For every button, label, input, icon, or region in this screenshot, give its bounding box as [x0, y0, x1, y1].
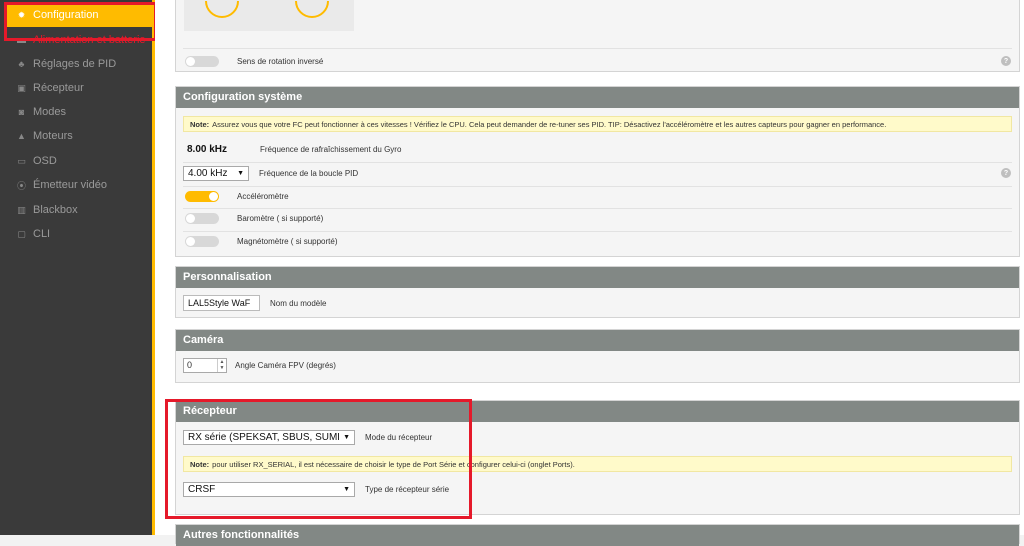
sidebar-item-label: OSD: [33, 155, 57, 167]
sidebar-item-label: Modes: [33, 106, 67, 118]
system-note: Note: Assurez vous que votre FC peut fon…: [183, 116, 1012, 132]
sitemap-icon: ♣: [18, 59, 25, 69]
help-icon[interactable]: ?: [1001, 168, 1011, 178]
panel-title: Configuration système: [176, 87, 1019, 108]
motor-panel: Sens de rotation inversé ?: [175, 0, 1020, 72]
sidebar-item-label: Récepteur: [33, 82, 84, 94]
motor-diagram-svg: [205, 0, 329, 18]
note-label: Note:: [190, 119, 210, 129]
sidebar-item-modes[interactable]: ◙ Modes: [6, 100, 152, 124]
magnetometer-label: Magnétomètre ( si supporté): [237, 236, 338, 246]
sidebar-nav: ✹ Configuration ▬ Alimentation et batter…: [0, 0, 155, 535]
sidebar-item-label: Configuration: [33, 9, 99, 21]
sidebar-item-label: Moteurs: [33, 130, 73, 142]
sidebar-item-label: Alimentation et batterie: [33, 34, 146, 46]
motor-arc-left: [205, 0, 239, 18]
serial-receiver-select[interactable]: CRSF ▼: [183, 481, 355, 497]
sidebar-item-label: Réglages de PID: [33, 58, 117, 70]
sidebar-item-receiver[interactable]: ▣ Récepteur: [6, 76, 152, 100]
divider: [183, 231, 1012, 232]
barometer-label: Baromètre ( si supporté): [237, 213, 324, 223]
pid-label: Fréquence de la boucle PID: [259, 168, 359, 178]
accelerometer-row: Accéléromètre: [176, 189, 1019, 203]
receiver-mode-row: RX série (SPEKSAT, SBUS, SUMD ▼ Mode du …: [176, 429, 1019, 445]
divider: [183, 186, 1012, 187]
sidebar-item-configuration[interactable]: ✹ Configuration: [6, 3, 152, 27]
sidebar-item-label: Émetteur vidéo: [33, 179, 107, 191]
reverse-toggle[interactable]: [185, 55, 219, 67]
camera-panel: Caméra 0 ▲ ▼ Angle Caméra FPV (degrés): [175, 329, 1020, 383]
dropdown-arrow-icon: ▼: [237, 169, 244, 177]
divider: [183, 162, 1012, 163]
camera-angle-stepper[interactable]: 0 ▲ ▼: [183, 357, 227, 373]
receiver-mode-value: RX série (SPEKSAT, SBUS, SUMD: [188, 431, 340, 443]
serial-receiver-value: CRSF: [188, 483, 216, 495]
note-label: Note:: [190, 459, 210, 469]
dropdown-arrow-icon: ▼: [343, 485, 350, 493]
pid-row: 4.00 kHz ▼ Fréquence de la boucle PID ?: [176, 165, 1019, 181]
blackbox-icon: ▥: [17, 204, 26, 215]
dropdown-arrow-icon: ▼: [343, 433, 350, 441]
sidebar-item-osd[interactable]: ▭ OSD: [6, 149, 152, 173]
camera-angle-row: 0 ▲ ▼ Angle Caméra FPV (degrés): [176, 357, 1019, 373]
main-content: Sens de rotation inversé ? Configuration…: [155, 0, 1024, 546]
system-config-panel: Configuration système Note: Assurez vous…: [175, 86, 1020, 257]
gear-icon: ✹: [17, 9, 26, 20]
sidebar-item-pid[interactable]: ♣ Réglages de PID: [6, 52, 152, 76]
accelerometer-toggle[interactable]: [185, 190, 219, 202]
battery-icon: ▬: [17, 35, 26, 45]
panel-title: Récepteur: [176, 401, 1019, 422]
camera-angle-label: Angle Caméra FPV (degrés): [235, 360, 336, 370]
divider: [183, 48, 1012, 49]
spinner-icon[interactable]: ▲ ▼: [217, 358, 226, 372]
motor-arc-right: [295, 0, 329, 18]
receiver-note: Note: pour utiliser RX_SERIAL, il est né…: [183, 456, 1012, 472]
gyro-value: 8.00 kHz: [187, 143, 228, 155]
reverse-label: Sens de rotation inversé: [237, 56, 324, 66]
pid-frequency-select[interactable]: 4.00 kHz ▼: [183, 165, 249, 181]
craft-name-label: Nom du modèle: [270, 298, 327, 308]
sidebar-item-label: Blackbox: [33, 204, 78, 216]
help-icon[interactable]: ?: [1001, 56, 1011, 66]
antenna-icon: ⦿: [16, 180, 26, 191]
craft-name-row: LAL5Style WaF Nom du modèle: [176, 294, 1019, 312]
motor-diagram: [184, 0, 354, 31]
sidebar-item-power[interactable]: ▬ Alimentation et batterie: [6, 28, 152, 52]
note-text: Assurez vous que votre FC peut fonctionn…: [212, 119, 887, 129]
divider: [183, 208, 1012, 209]
magnetometer-toggle[interactable]: [185, 235, 219, 247]
magnetometer-row: Magnétomètre ( si supporté): [176, 234, 1019, 248]
osd-icon: ▭: [17, 155, 26, 166]
panel-title: Autres fonctionnalités: [176, 525, 1019, 546]
sidebar-item-blackbox[interactable]: ▥ Blackbox: [6, 198, 152, 222]
personalization-panel: Personnalisation LAL5Style WaF Nom du mo…: [175, 266, 1020, 318]
receiver-mode-select[interactable]: RX série (SPEKSAT, SBUS, SUMD ▼: [183, 429, 355, 445]
craft-name-input[interactable]: LAL5Style WaF: [183, 295, 260, 311]
serial-receiver-row: CRSF ▼ Type de récepteur série: [176, 481, 1019, 497]
panel-title: Personnalisation: [176, 267, 1019, 288]
sidebar-item-vtx[interactable]: ⦿ Émetteur vidéo: [6, 173, 152, 197]
pid-frequency-value: 4.00 kHz: [188, 167, 228, 179]
motor-icon: ▲: [17, 131, 26, 141]
gyro-row: 8.00 kHz Fréquence de rafraîchissement d…: [176, 142, 1019, 156]
sidebar-item-label: CLI: [33, 228, 51, 240]
receiver-mode-label: Mode du récepteur: [365, 432, 433, 442]
other-features-panel: Autres fonctionnalités: [175, 524, 1020, 546]
accelerometer-label: Accéléromètre: [237, 191, 289, 201]
serial-receiver-label: Type de récepteur série: [365, 484, 450, 494]
receiver-icon: ▣: [17, 82, 26, 93]
gyro-label: Fréquence de rafraîchissement du Gyro: [260, 144, 402, 154]
reverse-row: Sens de rotation inversé ?: [176, 54, 1019, 68]
sidebar-item-motors[interactable]: ▲ Moteurs: [6, 124, 152, 148]
note-text: pour utiliser RX_SERIAL, il est nécessai…: [212, 459, 575, 469]
barometer-toggle[interactable]: [185, 212, 219, 224]
sidebar-item-cli[interactable]: ▢ CLI: [6, 222, 152, 246]
receiver-panel: Récepteur RX série (SPEKSAT, SBUS, SUMD …: [175, 400, 1020, 515]
terminal-icon: ▢: [17, 228, 26, 239]
barometer-row: Baromètre ( si supporté): [176, 211, 1019, 225]
modes-icon: ◙: [18, 107, 25, 117]
panel-title: Caméra: [176, 330, 1019, 351]
camera-angle-value: 0: [187, 360, 193, 370]
